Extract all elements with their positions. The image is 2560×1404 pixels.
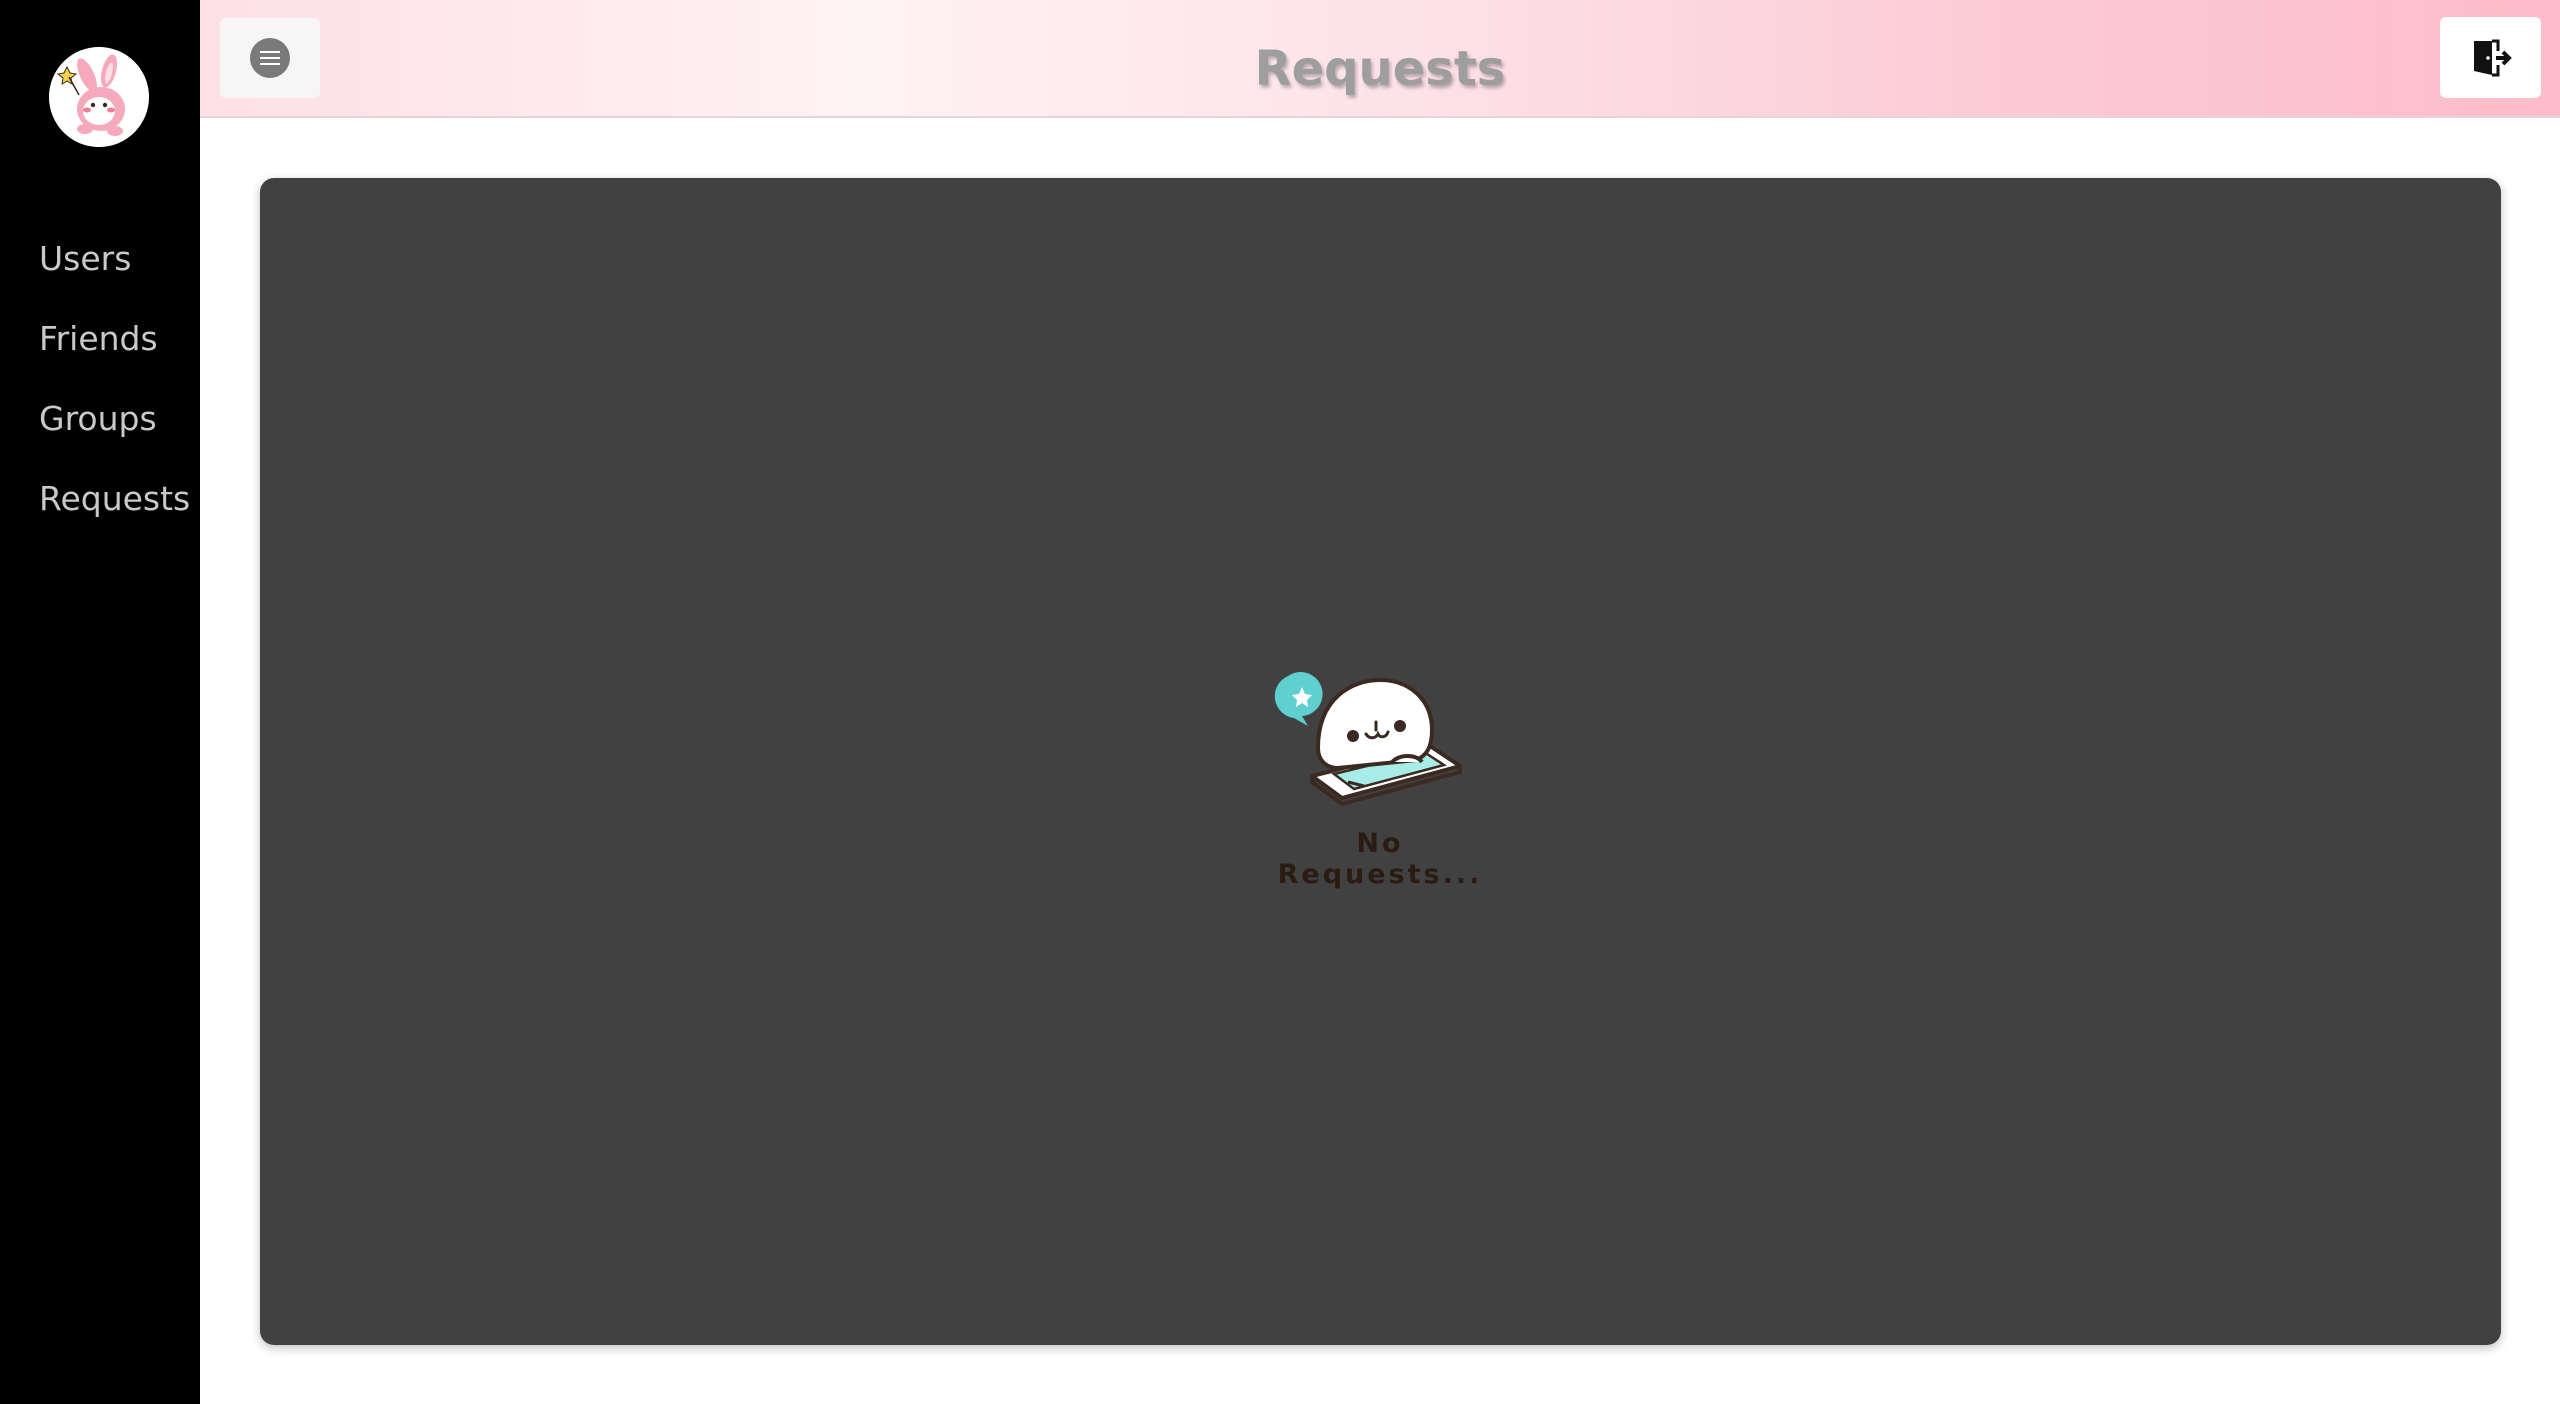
sidebar-item-groups[interactable]: Groups [0,388,200,468]
requests-panel: No Requests... [260,178,2501,1345]
seal-on-phone-illustration [1274,672,1462,806]
bunny-avatar-icon [49,47,149,147]
sidebar-item-users[interactable]: Users [0,228,200,308]
sidebar-nav: Users Friends Groups Requests [0,228,200,548]
sidebar: Users Friends Groups Requests [0,0,200,1404]
hamburger-icon [250,38,290,78]
logout-button[interactable] [2440,17,2541,98]
avatar[interactable] [49,47,149,147]
menu-toggle-button[interactable] [220,18,320,98]
empty-state: No Requests... [1260,648,1500,890]
logout-door-icon [2473,39,2512,76]
empty-message: No Requests... [1277,828,1483,890]
sidebar-item-friends[interactable]: Friends [0,308,200,388]
sidebar-item-requests[interactable]: Requests [0,468,200,548]
top-header: Requests [200,0,2560,118]
page-title: Requests [1254,41,1506,97]
